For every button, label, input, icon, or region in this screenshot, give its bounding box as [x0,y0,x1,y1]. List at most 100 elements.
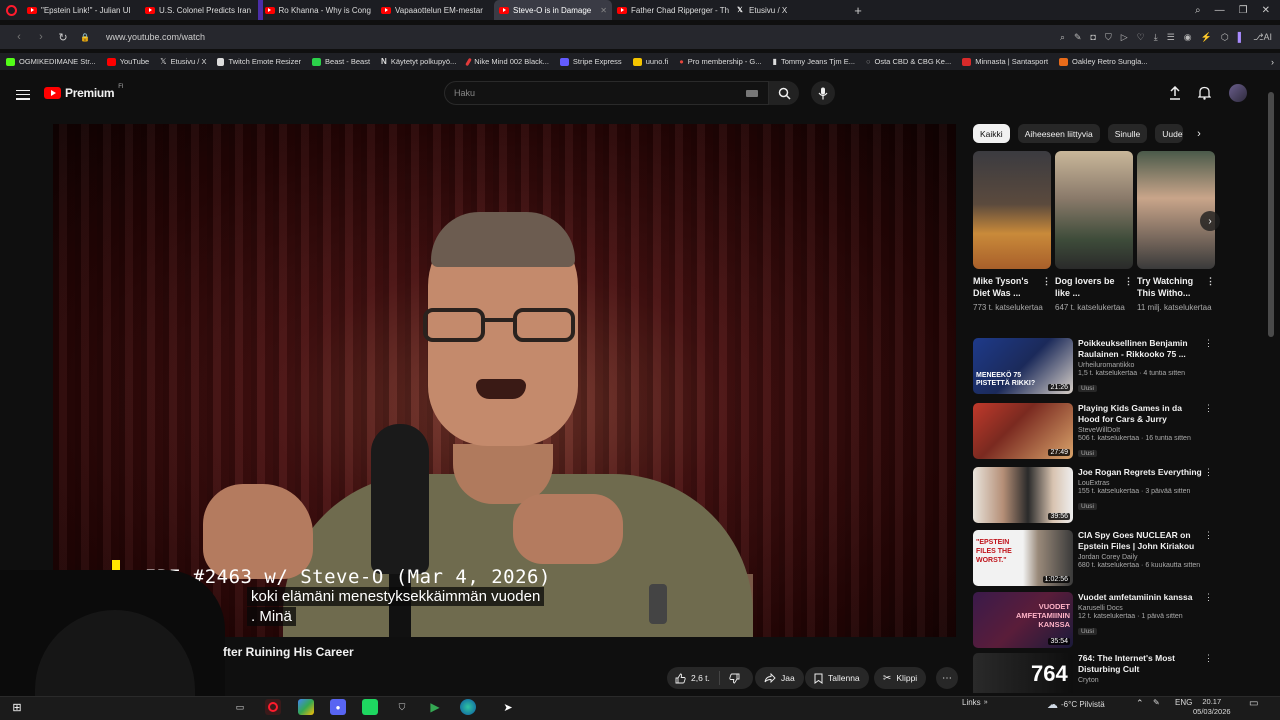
short-item[interactable]: Dog lovers be like ... ⋮ 647 t. katseluke… [1055,151,1133,313]
notifications-bell-icon[interactable] [1196,85,1212,101]
language-indicator[interactable]: ENG [1175,698,1192,707]
notification-icon[interactable]: ▭ [1249,698,1258,709]
bookmark-item[interactable]: Oakley Retro Sungla... [1059,57,1148,66]
keyboard-icon[interactable] [746,90,758,97]
menu-icon[interactable]: ☰ [1167,32,1175,43]
more-options-icon[interactable]: ⋮ [1124,275,1133,287]
pen-icon[interactable]: ✎ [1153,698,1160,707]
bookmarks-overflow-icon[interactable]: › [1271,57,1274,67]
url-field[interactable]: www.youtube.com/watch [106,32,205,42]
chip-for-you[interactable]: Sinulle [1107,124,1148,143]
player-icon[interactable]: ▷ [1121,32,1128,43]
youtube-logo[interactable]: Premium FI [44,84,124,100]
chip-new[interactable]: Uudet [1155,124,1184,143]
bookmark-item[interactable]: Nike Mind 002 Black... [465,57,549,66]
upload-icon[interactable] [1167,85,1183,101]
weather-widget[interactable]: ☁ -6°C Pilvistä [1047,698,1105,711]
short-item[interactable]: Mike Tyson's Diet Was ... ⋮ 773 t. katsel… [973,151,1051,313]
channel-name[interactable]: Jordan Corey Daily [1078,554,1203,561]
video-player[interactable] [53,124,956,637]
scrollbar-thumb[interactable] [1268,92,1274,337]
task-view-icon[interactable]: ▭ [232,699,248,715]
chevron-right-icon[interactable]: › [1190,124,1208,144]
bookmark-item[interactable]: ● Pro membership - G... [679,57,761,66]
save-button[interactable]: Tallenna [805,667,869,689]
bookmark-item[interactable]: Minnasta | Santasport [962,57,1048,66]
dislike-button[interactable] [729,673,740,684]
discord-icon[interactable]: ● [330,699,346,715]
search-button[interactable] [769,81,799,105]
recommendation-item[interactable]: 27:49 Playing Kids Games in da Hood for … [973,403,1213,461]
voice-search-button[interactable] [811,81,835,105]
camera-icon[interactable]: ◘ [1091,32,1096,42]
channel-name[interactable]: LouExtras [1078,480,1203,487]
app-icon[interactable] [362,699,378,715]
more-options-icon[interactable]: ⋮ [1204,653,1213,664]
bookmark-item[interactable]: Twitch Emote Resizer [217,57,301,66]
more-options-icon[interactable]: ⋮ [1204,592,1213,603]
cube-icon[interactable]: ⬡ [1221,32,1229,43]
like-button[interactable]: 2,6 t. [675,673,710,684]
maximize-icon[interactable]: ❐ [1239,5,1248,16]
heart-icon[interactable]: ♡ [1137,32,1145,43]
search-input[interactable]: Haku [444,81,769,105]
close-tab-icon[interactable]: ✕ [600,6,607,15]
browser-tab[interactable]: Ro Khanna - Why is Cong [258,0,376,20]
channel-name[interactable]: Karuselli Docs [1078,605,1203,612]
channel-name[interactable]: Cryton [1078,677,1203,684]
sidebar-icon[interactable]: ▌ [1238,32,1244,42]
chevron-right-icon[interactable]: › [1200,211,1220,231]
shield-app-icon[interactable]: ⛉ [394,699,410,715]
avatar[interactable] [1229,84,1247,102]
account-icon[interactable]: ◉ [1184,32,1192,43]
short-item[interactable]: Try Watching This Witho... ⋮ 11 milj. kat… [1137,151,1215,313]
more-options-icon[interactable]: ⋮ [1204,338,1213,349]
more-options-icon[interactable]: ⋮ [1206,275,1215,287]
bookmark-item[interactable]: 𝕏 Etusivu / X [160,57,206,66]
opera-menu-icon[interactable] [0,0,22,20]
more-options-icon[interactable]: ⋮ [1204,403,1213,414]
browser-tab[interactable]: Father Chad Ripperger - Th [612,0,730,20]
browser-tab[interactable]: Vapaaottelun EM-mestar [376,0,494,20]
links-toolbar[interactable]: Links» [962,698,988,707]
windows-start-icon[interactable]: ⊞ [9,699,25,715]
recommendation-item[interactable]: 764 764: The Internet's Most Disturbing … [973,653,1213,693]
channel-name[interactable]: Urheiluromantikko [1078,362,1203,369]
search-icon[interactable]: ⌕ [1060,32,1065,43]
recommendation-item[interactable]: 39:56 Joe Rogan Regrets Everything LouEx… [973,467,1213,525]
bookmark-item[interactable]: Stripe Express [559,57,622,66]
browser-tab-active[interactable]: Steve-O is in Damage ✕ [494,0,612,20]
edge-browser-icon[interactable] [460,699,476,715]
opera-browser-icon[interactable] [265,699,281,715]
new-tab-button[interactable]: + [848,3,868,18]
download-icon[interactable]: ⤓ [1154,32,1158,43]
clip-button[interactable]: ✂ Klippi [874,667,927,689]
recommendation-item[interactable]: MENEEKÖ 75 PISTETTÄ RIKKI? 21:26 Poikkeu… [973,338,1213,396]
bookmark-item[interactable]: Beast - Beast [312,57,370,66]
recommendation-item[interactable]: VUODET AMFETAMIININ KANSSA 35:54 Vuodet … [973,592,1213,650]
play-store-icon[interactable]: ▶ [427,699,443,715]
browser-tab[interactable]: 𝕏 Etusivu / X [730,0,848,20]
channel-name[interactable]: SteveWillDoIt [1078,427,1203,434]
browser-tab[interactable]: "Epstein Link!" - Julian UI [22,0,140,20]
bookmark-item[interactable]: ○ Osta CBD & CBG Ke... [866,57,951,66]
bookmark-item[interactable]: ▮ Tommy Jeans Tjm E... [773,57,855,66]
reload-icon[interactable]: ↻ [52,31,74,44]
back-icon[interactable]: ‹ [8,31,30,43]
bookmark-item[interactable]: uuno.fi [632,57,668,66]
chip-all[interactable]: Kaikki [973,124,1010,143]
extension-icon[interactable]: ⚡ [1201,32,1212,43]
search-tabs-icon[interactable]: ⌕ [1195,5,1201,16]
forward-icon[interactable]: › [30,31,52,43]
ai-icon[interactable]: ⎇AI [1253,32,1272,43]
shield-icon[interactable]: ⛉ [1105,32,1112,43]
tray-overflow-icon[interactable]: ⌃ [1136,698,1144,709]
close-window-icon[interactable]: ✕ [1262,5,1270,16]
page-scrollbar[interactable] [1268,80,1274,690]
clock[interactable]: 20.17 05/03/2026 [1193,697,1231,717]
bookmark-item[interactable]: N Käytetyt polkupyö... [381,57,456,66]
edit-icon[interactable]: ✎ [1074,32,1082,43]
recommendation-item[interactable]: "EPSTEIN FILES THE WORST." 1:02:56 CIA S… [973,530,1213,588]
more-actions-button[interactable]: ⋯ [936,667,958,689]
browser-tab[interactable]: U.S. Colonel Predicts Iran [140,0,258,20]
